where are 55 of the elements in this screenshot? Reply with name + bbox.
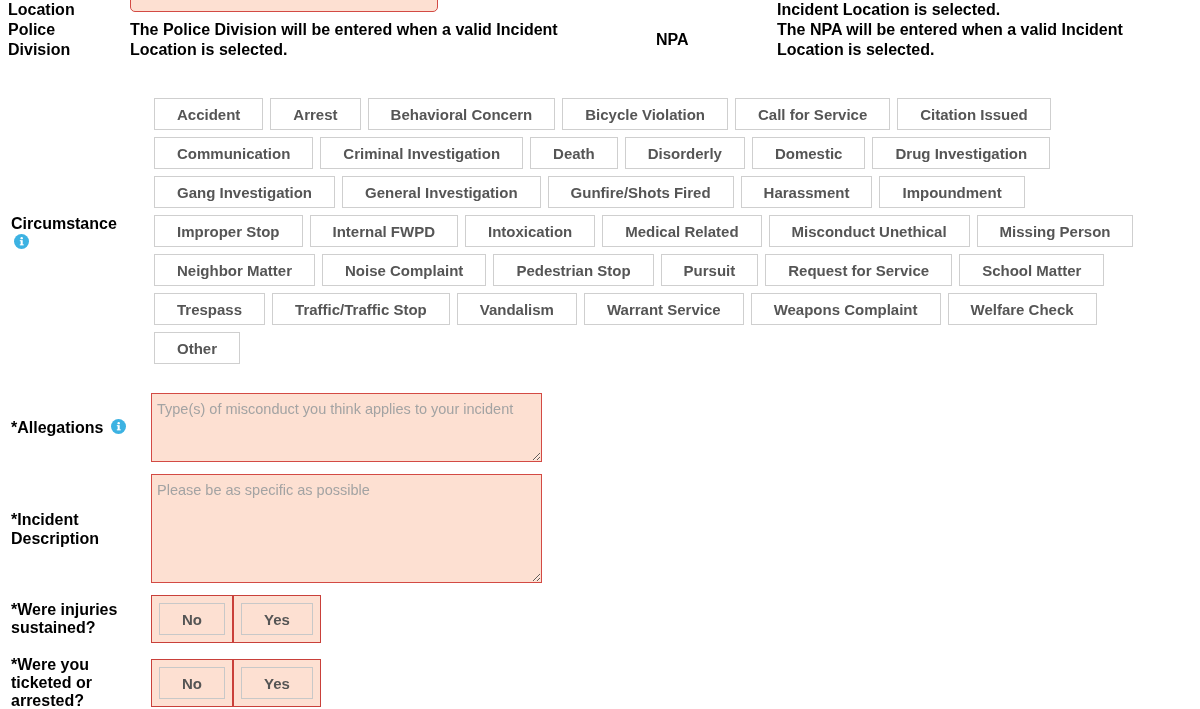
form-label: *Incident Description	[11, 509, 100, 548]
toggle-button[interactable]: Noise Complaint	[322, 254, 487, 286]
form-label: *Were you ticketed or arrested?	[11, 656, 93, 709]
info-icon[interactable]	[111, 418, 127, 434]
choice-button[interactable]: Yes	[241, 603, 313, 635]
form-label: *Were injuries sustained?	[11, 601, 119, 637]
toggle-button[interactable]: Disorderly	[624, 137, 745, 169]
form-label: Police Division	[8, 20, 72, 60]
toggle-button[interactable]: Request for Service	[765, 254, 953, 286]
toggle-button[interactable]: Behavioral Concern	[367, 98, 556, 130]
toggle-button[interactable]: Arrest	[270, 98, 361, 130]
choice-button[interactable]: Yes	[241, 667, 313, 699]
toggle-button[interactable]: Welfare Check	[947, 293, 1097, 325]
choice-button[interactable]: No	[159, 603, 225, 635]
toggle-button[interactable]: Gunfire/Shots Fired	[547, 176, 734, 208]
toggle-button[interactable]: Drug Investigation	[872, 137, 1051, 169]
choice-button[interactable]: No	[159, 667, 225, 699]
toggle-button[interactable]: Other	[154, 332, 240, 364]
toggle-button[interactable]: Weapons Complaint	[750, 293, 941, 325]
toggle-button[interactable]: School Matter	[959, 254, 1105, 286]
toggle-button[interactable]: Improper Stop	[154, 215, 303, 247]
toggle-button[interactable]: Internal FWPD	[309, 215, 459, 247]
text-area-field[interactable]: Please be as specific as possible	[151, 474, 542, 583]
toggle-button[interactable]: Trespass	[154, 293, 266, 325]
toggle-button[interactable]: Citation Issued	[897, 98, 1051, 130]
toggle-button[interactable]: Accident	[154, 98, 264, 130]
toggle-button[interactable]: Criminal Investigation	[320, 137, 524, 169]
field-note: The NPA will be entered when a valid Incident Location is selected.	[777, 20, 1124, 60]
toggle-button[interactable]: Pedestrian Stop	[493, 254, 654, 286]
info-icon[interactable]	[14, 233, 29, 249]
toggle-button[interactable]: Communication	[154, 137, 314, 169]
form-label: *Allegations	[11, 418, 104, 437]
form-label: Circumstance	[11, 213, 117, 233]
field-note: The Police Division will be entered when a valid Incident Location is selected.	[130, 20, 559, 60]
toggle-button[interactable]: Harassment	[740, 176, 873, 208]
toggle-button[interactable]: Traffic/Traffic Stop	[272, 293, 450, 325]
toggle-button[interactable]: Gang Investigation	[154, 176, 335, 208]
toggle-button[interactable]: Domestic	[751, 137, 866, 169]
toggle-button[interactable]: Intoxication	[465, 215, 596, 247]
toggle-button[interactable]: Neighbor Matter	[154, 254, 315, 286]
field-note: Incident Location is selected.	[777, 0, 1002, 19]
toggle-button[interactable]: Call for Service	[735, 98, 891, 130]
form-label: NPA	[656, 30, 690, 50]
toggle-button[interactable]: Impoundment	[879, 176, 1025, 208]
toggle-button[interactable]: General Investigation	[342, 176, 541, 208]
form-label: Location	[8, 0, 76, 19]
toggle-button[interactable]: Vandalism	[456, 293, 577, 325]
toggle-button[interactable]: Medical Related	[602, 215, 762, 247]
text-area-field[interactable]: Type(s) of misconduct you think applies to your incident	[151, 393, 542, 462]
toggle-button[interactable]: Misconduct Unethical	[768, 215, 970, 247]
toggle-button[interactable]: Bicycle Violation	[562, 98, 729, 130]
toggle-button[interactable]: Pursuit	[660, 254, 759, 286]
toggle-button[interactable]: Warrant Service	[583, 293, 744, 325]
toggle-button[interactable]: Death	[530, 137, 618, 169]
toggle-button[interactable]: Missing Person	[976, 215, 1134, 247]
